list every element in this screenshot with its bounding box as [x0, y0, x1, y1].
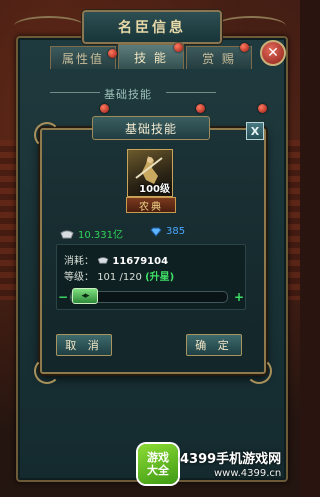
notification-dot	[196, 104, 205, 113]
dialog-corner-ornament	[34, 122, 60, 148]
level-upgrade-label: (升星)	[145, 272, 175, 283]
watermark-text: 4399手机游戏网	[180, 452, 282, 467]
silver-ingot-icon	[60, 230, 74, 238]
confirm-button[interactable]: 确 定	[186, 334, 242, 356]
watermark-logo-line2: 大全	[147, 464, 169, 477]
slider-plus-button[interactable]: +	[234, 290, 244, 304]
notification-dot	[100, 104, 109, 113]
notification-dot	[240, 43, 249, 52]
cost-line: 消耗： 11679104	[64, 252, 168, 267]
level-label: 等级：	[64, 272, 94, 283]
silver-resource: 10.331亿	[60, 226, 123, 241]
level-value: 101 /120	[97, 272, 142, 283]
diamond-icon	[150, 227, 162, 237]
watermark-logo-line1: 游戏	[147, 451, 169, 464]
panel-close-button[interactable]: ✕	[260, 40, 286, 66]
cancel-button[interactable]: 取 消	[56, 334, 112, 356]
section-divider-left	[50, 92, 100, 93]
title-ornament-left	[14, 16, 84, 36]
notification-dot	[108, 49, 117, 58]
watermark-logo: 游戏 大全	[138, 444, 178, 484]
slider-minus-button[interactable]: −	[58, 290, 68, 304]
skill-level: 100级	[139, 184, 170, 195]
notification-dot	[258, 104, 267, 113]
upgrade-slider-knob[interactable]: ◂▸	[72, 288, 98, 304]
diamond-resource: 385	[150, 226, 185, 237]
cost-value: 11679104	[112, 256, 169, 267]
dialog-corner-ornament	[246, 358, 272, 384]
level-line: 等级： 101 /120 (升星)	[64, 268, 174, 283]
dialog-corner-ornament	[34, 358, 60, 384]
dialog-title: 基础技能	[92, 116, 210, 140]
diamond-amount: 385	[166, 226, 186, 237]
cost-label: 消耗：	[64, 256, 94, 267]
panel-title: 名臣信息	[82, 10, 222, 44]
skill-portrait[interactable]: 100级	[127, 149, 173, 197]
notification-dot	[174, 43, 183, 52]
silver-amount: 10.331亿	[78, 230, 123, 241]
dialog-close-button[interactable]: X	[246, 122, 264, 140]
watermark-url: www.4399.cn	[214, 468, 282, 479]
silver-ingot-icon	[97, 257, 109, 264]
title-ornament-right	[216, 16, 286, 36]
section-divider-right	[166, 92, 216, 93]
skill-name: 农典	[126, 197, 176, 213]
tab-attributes[interactable]: 属性值	[50, 46, 116, 69]
section-label-basic-skills: 基础技能	[104, 88, 152, 101]
